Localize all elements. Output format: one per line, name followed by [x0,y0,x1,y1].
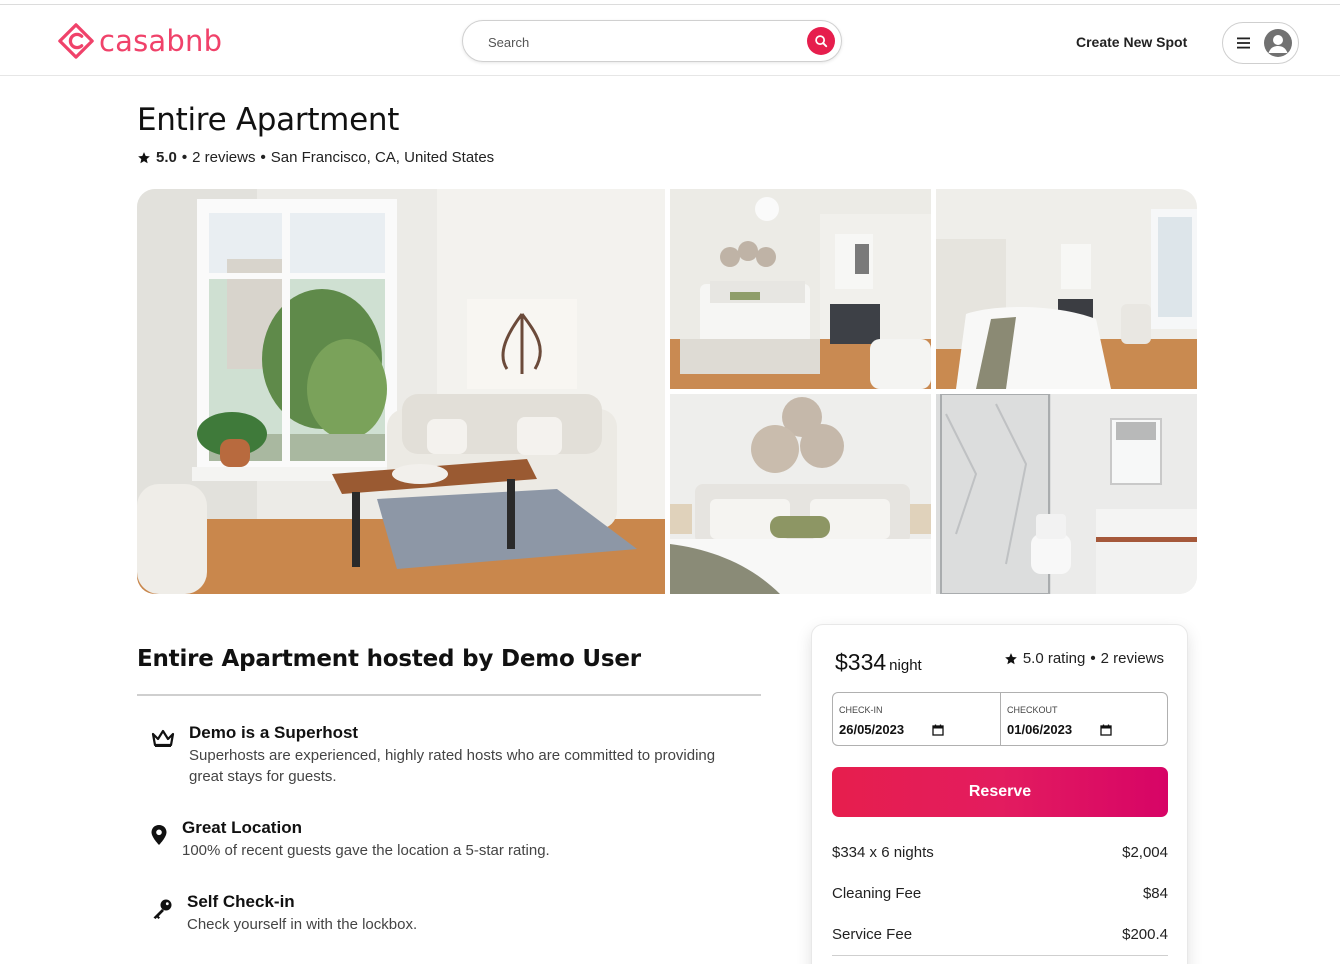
fee-amount: $2,004 [1122,844,1168,861]
fee-label: Cleaning Fee [832,885,922,902]
checkin-field[interactable]: CHECK-IN 26/05/2023 [833,693,1000,745]
search-button[interactable] [807,27,835,55]
booking-card: $334 night 5.0 rating • 2 reviews CHECK-I… [811,624,1188,964]
price-unit: night [889,657,922,674]
gallery-photo-living-room[interactable] [137,189,665,594]
fee-amount: $200.4 [1122,926,1168,943]
listing-title: Entire Apartment [137,102,400,138]
feature-superhost: Demo is a Superhost Superhosts are exper… [151,723,715,787]
fee-label: Service Fee [832,926,913,943]
calendar-icon[interactable] [1100,724,1112,736]
reserve-button[interactable]: Reserve [832,767,1168,817]
checkin-value-row: 26/05/2023 [839,722,994,737]
checkout-field[interactable]: CHECKOUT 01/06/2023 [1000,693,1167,745]
hamburger-menu-icon [1237,37,1250,49]
star-icon [1004,652,1017,664]
key-icon [150,897,174,921]
search-icon [815,35,828,48]
fee-divider [832,955,1168,956]
feature-description: Superhosts are experienced, highly rated… [189,747,716,764]
booking-rating: 5.0 rating • 2 reviews [1004,650,1164,667]
create-new-spot-link[interactable]: Create New Spot [1076,34,1187,50]
checkout-label: CHECKOUT [1007,705,1058,715]
checkout-value-row: 01/06/2023 [1007,722,1161,737]
fee-row-service: Service Fee $200.4 [832,926,1168,943]
listing-summary: 5.0 • 2 reviews • San Francisco, CA, Uni… [137,149,494,166]
feature-great-location: Great Location 100% of recent guests gav… [147,818,550,861]
fee-row-nights: $334 x 6 nights $2,004 [832,844,1168,861]
separator-dot: • [181,149,188,166]
feature-description-continued: great stays for guests. [189,768,337,785]
booking-rating-text: 5.0 rating [1022,650,1086,667]
gallery-photo-bathroom[interactable] [936,394,1197,594]
brand-name: casabnb [99,24,223,58]
gallery-photo-bedroom-window[interactable] [936,189,1197,389]
fee-row-cleaning: Cleaning Fee $84 [832,885,1168,902]
checkin-date: 26/05/2023 [839,722,905,737]
fee-label: $334 x 6 nights [832,844,934,861]
location-pin-icon [147,823,171,847]
separator-dot: • [260,149,266,166]
booking-reviews: 2 reviews [1100,650,1164,667]
host-heading: Entire Apartment hosted by Demo User [137,646,641,672]
crown-icon [151,727,175,751]
fee-amount: $84 [1142,885,1168,902]
section-divider [137,694,761,696]
feature-self-checkin: Self Check-in Check yourself in with the… [150,892,417,935]
date-picker: CHECK-IN 26/05/2023 CHECKOUT 01/06/2023 [832,692,1168,746]
search-bar [462,20,842,62]
brand-logo[interactable]: casabnb [57,22,222,60]
price-amount: $334 [835,649,887,675]
listing-rating: 5.0 [156,149,177,166]
listing-reviews-link[interactable]: 2 reviews [192,149,255,166]
separator-dot: • [1090,650,1096,667]
user-menu-button[interactable] [1222,22,1299,64]
calendar-icon[interactable] [932,724,944,736]
feature-description: Check yourself in with the lockbox. [187,916,418,933]
listing-location: San Francisco, CA, United States [270,149,495,166]
feature-title: Demo is a Superhost [189,723,359,742]
gallery-photo-bedroom-wide[interactable] [670,189,931,389]
checkout-date: 01/06/2023 [1007,722,1073,737]
user-avatar-icon [1264,29,1292,57]
star-icon [138,151,150,163]
photo-gallery [137,189,1197,594]
gallery-photo-bed-headboard[interactable] [670,394,931,594]
feature-description: 100% of recent guests gave the location … [182,842,550,859]
search-input[interactable] [488,31,788,53]
checkin-label: CHECK-IN [839,705,883,715]
casabnb-logo-icon [58,23,94,59]
feature-title: Self Check-in [187,892,295,911]
top-nav: casabnb Create New Spot [0,5,1340,76]
nightly-price: $334 night [835,649,922,676]
feature-title: Great Location [182,818,302,837]
